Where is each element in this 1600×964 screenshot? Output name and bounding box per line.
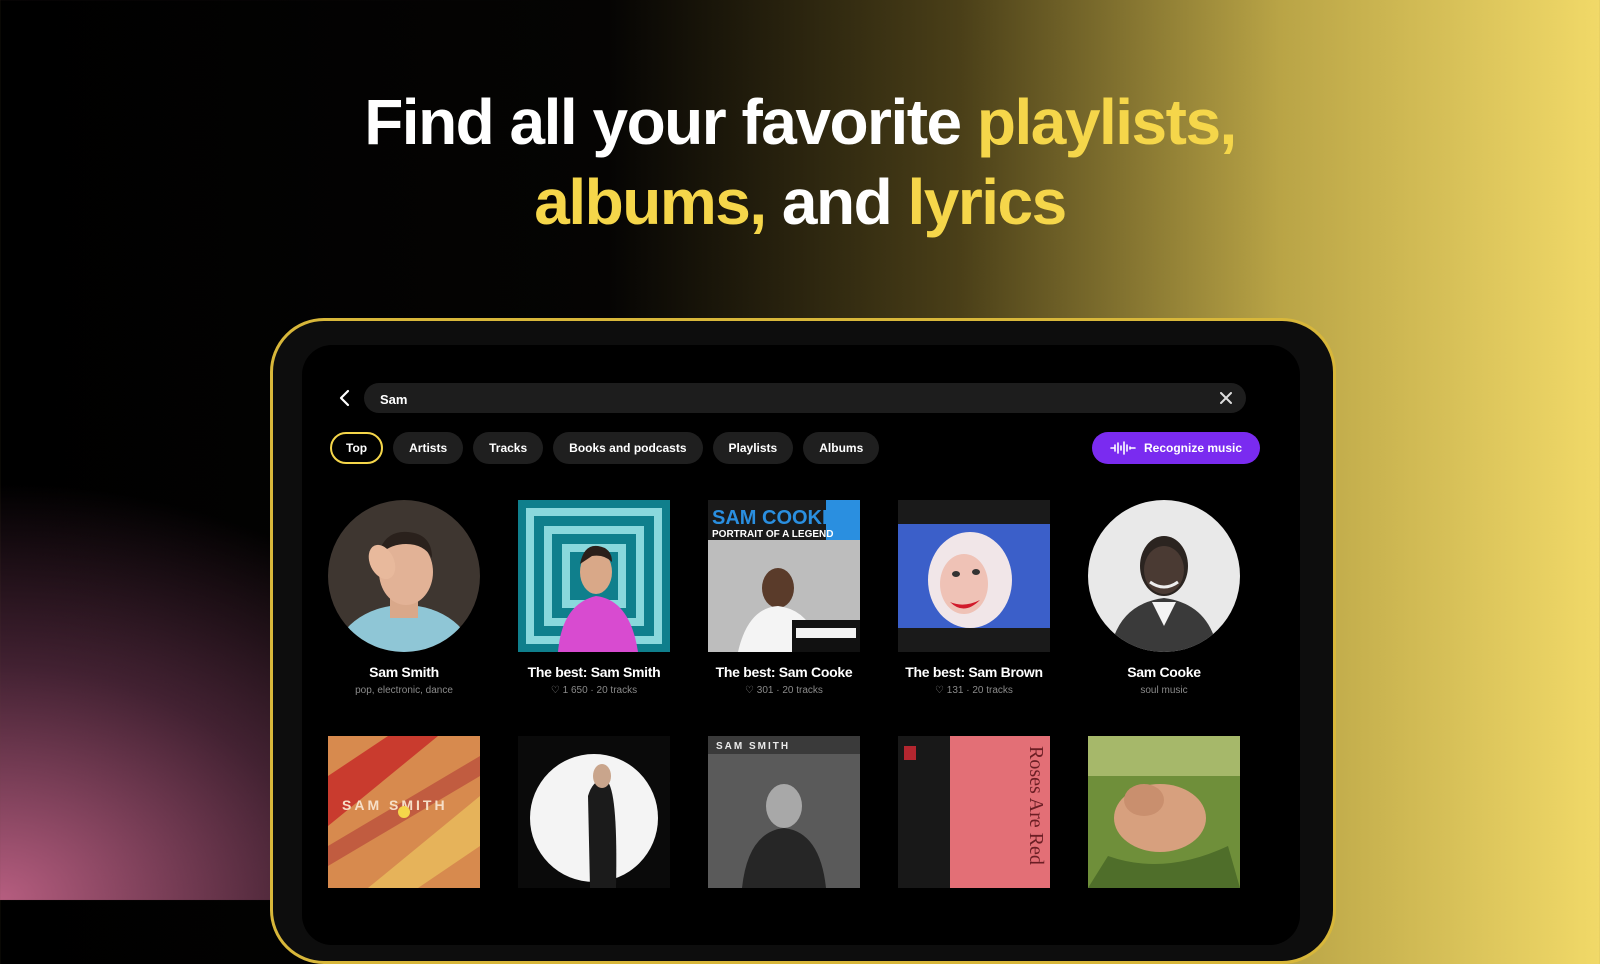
cover-artist-text: SAM SMITH (716, 741, 790, 752)
headline-highlight-albums: albums, (534, 166, 767, 238)
headline-highlight-playlists: playlists, (976, 86, 1237, 158)
headline: Find all your favorite playlists, albums… (0, 82, 1600, 242)
close-icon (1220, 392, 1232, 405)
chevron-left-icon (339, 389, 350, 407)
playlist-cover (518, 500, 670, 652)
tab-top[interactable]: Top (330, 432, 384, 464)
clear-search-button[interactable] (1220, 383, 1232, 413)
result-card[interactable]: Sam Smith pop, electronic, dance (328, 500, 480, 696)
result-card[interactable] (1088, 736, 1240, 888)
result-card[interactable]: The best: Sam Brown ♡ 131 · 20 tracks (898, 500, 1050, 696)
album-cover (1088, 736, 1240, 888)
result-card[interactable]: Roses Are Red (898, 736, 1050, 888)
search-field[interactable] (364, 383, 1246, 415)
headline-line-2: albums, and lyrics (0, 162, 1600, 242)
headline-text-1: Find all your favorite (364, 86, 977, 158)
app-screen: Top Artists Tracks Books and podcasts Pl… (302, 345, 1300, 945)
back-button[interactable] (330, 383, 360, 413)
result-card[interactable] (518, 736, 670, 888)
cover-artist-text: SAM SMITH (342, 797, 448, 813)
headline-highlight-lyrics: lyrics (907, 166, 1067, 238)
album-cover: SAM SMITH (328, 736, 480, 888)
tab-albums[interactable]: Albums (803, 432, 880, 464)
playlist-cover: SAM COOKE PORTRAIT OF A LEGEND (708, 500, 860, 652)
headline-text-2: and (765, 166, 908, 238)
result-title: The best: Sam Brown (905, 664, 1043, 680)
result-card[interactable]: Sam Cooke soul music (1088, 500, 1240, 696)
recognize-music-label: Recognize music (1143, 441, 1243, 455)
artist-photo (1088, 500, 1240, 652)
album-cover (518, 736, 670, 888)
cover-title-text: Roses Are Red (1025, 746, 1047, 865)
result-title: Sam Smith (369, 664, 439, 680)
headline-line-1: Find all your favorite playlists, (0, 82, 1600, 162)
tab-artists[interactable]: Artists (393, 432, 464, 464)
search-input[interactable] (378, 383, 1202, 415)
tab-playlists[interactable]: Playlists (712, 432, 794, 464)
result-subtitle: ♡ 1 650 · 20 tracks (550, 685, 638, 696)
album-cover: SAM SMITH (708, 736, 860, 888)
tab-tracks[interactable]: Tracks (473, 432, 544, 464)
result-card[interactable]: SAM COOKE PORTRAIT OF A LEGEND The best:… (708, 500, 860, 696)
sound-wave-icon (1110, 441, 1136, 455)
cover-artist-text: SAM COOKE (712, 507, 835, 529)
artist-photo (328, 500, 480, 652)
result-card[interactable]: The best: Sam Smith ♡ 1 650 · 20 tracks (518, 500, 670, 696)
result-subtitle: ♡ 301 · 20 tracks (745, 685, 823, 696)
result-subtitle: soul music (1140, 685, 1188, 696)
result-title: The best: Sam Cooke (715, 664, 853, 680)
result-subtitle: pop, electronic, dance (355, 685, 453, 696)
playlist-cover (898, 500, 1050, 652)
tab-books-and-podcasts[interactable]: Books and podcasts (553, 432, 703, 464)
result-card[interactable]: SAM SMITH (708, 736, 860, 888)
recognize-music-button[interactable]: Recognize music (1092, 432, 1260, 464)
result-title: The best: Sam Smith (527, 664, 661, 680)
album-cover: Roses Are Red (898, 736, 1050, 888)
result-subtitle: ♡ 131 · 20 tracks (935, 685, 1013, 696)
result-title: Sam Cooke (1127, 664, 1201, 680)
filter-tabs: Top Artists Tracks Books and podcasts Pl… (330, 432, 880, 464)
result-card[interactable]: SAM SMITH (328, 736, 480, 888)
search-bar (330, 383, 1270, 415)
cover-album-text: PORTRAIT OF A LEGEND (712, 529, 833, 540)
